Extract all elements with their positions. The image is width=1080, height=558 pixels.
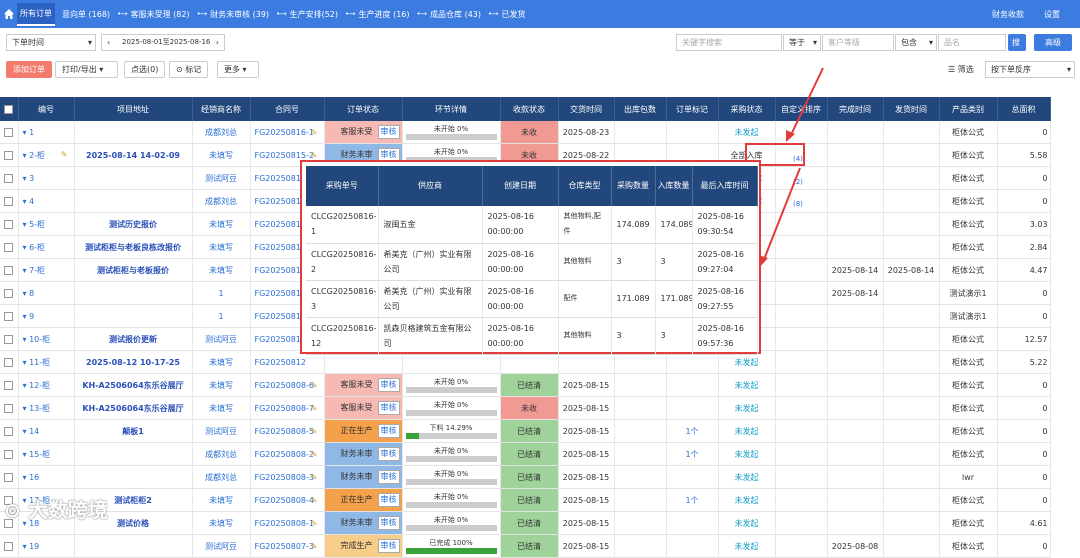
ship-time	[883, 534, 940, 558]
wechat-icon: ⊚	[4, 498, 21, 522]
packages	[614, 534, 667, 558]
watermark-logo: ⊚ 大数跨境	[4, 494, 108, 523]
popup-cell: 3	[655, 243, 693, 281]
popup-cell: 其他物料	[558, 243, 612, 281]
purchase-detail-table: 采购单号 供应商 创建日期 仓库类型 采购数量 入库数量 最后入库时间 CLCG202508…	[306, 166, 758, 355]
popup-cell: 2025-08-16 00:00:00	[482, 280, 559, 318]
popup-cell: 174.089	[611, 206, 656, 244]
watermark-text: 大数跨境	[27, 498, 108, 522]
popup-cell: CLCG20250816-3	[306, 280, 379, 318]
popup-cell: 3	[655, 317, 693, 355]
popup-cell: CLCG20250816-1	[306, 206, 379, 244]
popup-cell: 2025-08-16 09:57:36	[692, 317, 758, 355]
popup-col: 采购数量	[611, 166, 656, 206]
popup-cell: 3	[611, 317, 656, 355]
popup-cell: 2025-08-16 00:00:00	[482, 243, 559, 281]
custom-sort	[775, 534, 828, 558]
expand-icon[interactable]: ▾	[23, 542, 27, 551]
popup-row: CLCG20250816-1 淑闽五金 2025-08-16 00:00:00 其他物…	[306, 206, 758, 244]
popup-cell: 174.089	[655, 206, 693, 244]
popup-col: 仓库类型	[558, 166, 612, 206]
popup-col: 最后入库时间	[692, 166, 758, 206]
popup-cell: 淑闽五金	[378, 206, 483, 244]
dealer-name[interactable]: 测试阿豆	[192, 534, 251, 558]
popup-cell: 希美克（广州）实业有限公司	[378, 280, 483, 318]
table-row[interactable]: ▾ 19 测试阿豆 FG20250807-3 ✎ 完成生产 审核 已完成 100% 已结清 20…	[0, 534, 1051, 558]
popup-row: CLCG20250816-3 希美克（广州）实业有限公司 2025-08-16 00…	[306, 280, 758, 318]
product-category: 柜体公式	[939, 534, 998, 558]
purchase-detail-popup: 采购单号 供应商 创建日期 仓库类型 采购数量 入库数量 最后入库时间 CLCG202508…	[300, 160, 761, 355]
contract-no[interactable]: FG20250807-3 ✎	[250, 534, 325, 558]
popup-cell: 其他物料	[558, 317, 612, 355]
popup-col: 入库数量	[655, 166, 693, 206]
popup-col: 供应商	[378, 166, 483, 206]
popup-cell: 2025-08-16 09:27:55	[692, 280, 758, 318]
popup-cell: 2025-08-16 00:00:00	[482, 317, 559, 355]
popup-cell: 其他物料,配件	[558, 206, 612, 244]
edit-icon[interactable]: ✎	[311, 542, 318, 551]
popup-cell: 凯森贝格建筑五金有限公司	[378, 317, 483, 355]
popup-cell: CLCG20250816-12	[306, 317, 379, 355]
popup-cell: 配件	[558, 280, 612, 318]
done-time: 2025-08-08	[827, 534, 884, 558]
popup-col: 创建日期	[482, 166, 559, 206]
popup-col: 采购单号	[306, 166, 379, 206]
row-checkbox[interactable]	[0, 534, 19, 558]
progress-text: 已完成 100%	[429, 539, 473, 547]
progress-cell: 已完成 100%	[402, 534, 501, 558]
popup-cell: 2025-08-16 00:00:00	[482, 206, 559, 244]
popup-row: CLCG20250816-2 希美克（广州）实业有限公司 2025-08-16 00…	[306, 243, 758, 281]
popup-row: CLCG20250816-12 凯森贝格建筑五金有限公司 2025-08-16 00…	[306, 317, 758, 355]
order-status: 完成生产 审核	[324, 534, 403, 558]
popup-cell: 171.089	[611, 280, 656, 318]
payment-status: 已结清	[500, 534, 559, 558]
popup-cell: 171.089	[655, 280, 693, 318]
delivery-date: 2025-08-15	[558, 534, 615, 558]
popup-cell: 2025-08-16 09:30:54	[692, 206, 758, 244]
audit-button[interactable]: 审核	[377, 539, 400, 553]
progress-bar	[405, 548, 497, 554]
popup-cell: 3	[611, 243, 656, 281]
row-number[interactable]: ▾ 19	[18, 534, 75, 558]
project-address	[74, 534, 193, 558]
popup-cell: 希美克（广州）实业有限公司	[378, 243, 483, 281]
total-area: 0	[997, 534, 1051, 558]
purchase-status[interactable]: 未发起	[718, 534, 776, 558]
order-mark[interactable]	[666, 534, 719, 558]
popup-cell: 2025-08-16 09:27:04	[692, 243, 758, 281]
popup-cell: CLCG20250816-2	[306, 243, 379, 281]
